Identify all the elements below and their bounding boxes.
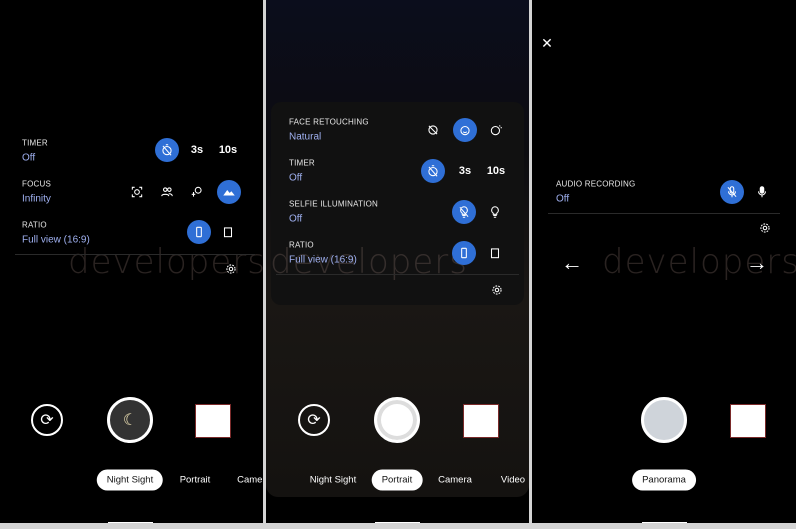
settings-gear-icon[interactable] (485, 278, 509, 302)
full-view-ratio-icon[interactable] (452, 241, 476, 265)
timer-label: TIMER (289, 158, 315, 168)
selfie-illumination-label: SELFIE ILLUMINATION (289, 199, 379, 209)
full-view-ratio-icon[interactable] (187, 220, 211, 244)
focus-label: FOCUS (22, 179, 51, 189)
mode-night-sight[interactable]: Night Sight (96, 469, 164, 491)
retouch-smooth-icon[interactable] (484, 118, 508, 142)
switch-camera-icon: ⟳ (40, 412, 54, 429)
retouch-off-icon[interactable] (421, 118, 445, 142)
mic-on-icon[interactable] (750, 180, 774, 204)
switch-camera-button[interactable]: ⟳ (298, 404, 330, 436)
timer-10s-button[interactable]: 10s (484, 159, 508, 183)
retouch-natural-icon[interactable] (453, 118, 477, 142)
divider (276, 274, 519, 275)
panorama-shutter-button[interactable] (641, 397, 687, 443)
home-indicator[interactable] (108, 522, 153, 523)
timer-value: Off (289, 172, 303, 184)
ratio-value: Full view (16:9) (289, 254, 357, 266)
far-focus-icon[interactable] (185, 180, 209, 204)
4-3-ratio-icon[interactable] (216, 220, 240, 244)
audio-recording-label: AUDIO RECORDING (556, 179, 636, 189)
focus-value: Infinity (22, 193, 51, 205)
illumination-off-icon[interactable] (452, 200, 476, 224)
gallery-thumbnail[interactable] (195, 404, 231, 438)
timer-off-icon[interactable] (421, 159, 445, 183)
mode-video[interactable]: Video (491, 470, 529, 491)
audio-recording-value: Off (556, 193, 570, 205)
timer-3s-button[interactable]: 3s (185, 138, 209, 162)
switch-camera-button[interactable]: ⟳ (31, 404, 63, 436)
mode-camera[interactable]: Camera (428, 470, 482, 491)
mode-camera[interactable]: Camera (227, 470, 263, 491)
night-sight-shutter-button[interactable]: ☾ (107, 397, 153, 443)
home-indicator[interactable] (642, 522, 687, 523)
ratio-label: RATIO (289, 240, 314, 250)
timer-value: Off (22, 152, 36, 164)
switch-camera-icon: ⟳ (307, 412, 321, 429)
shutter-button[interactable] (374, 397, 420, 443)
mode-panorama[interactable]: Panorama (632, 469, 696, 491)
timer-10s-button[interactable]: 10s (216, 138, 240, 162)
infinity-focus-icon[interactable] (217, 180, 241, 204)
timer-3s-button[interactable]: 3s (453, 159, 477, 183)
night-sight-screen: developers TIMER Off 3s 10s FOCUS Infini… (0, 0, 263, 523)
divider (15, 254, 255, 255)
mode-portrait[interactable]: Portrait (371, 469, 423, 491)
people-focus-icon[interactable] (155, 180, 179, 204)
arrow-left-icon[interactable]: ← (560, 250, 584, 275)
close-icon[interactable]: ✕ (535, 31, 559, 55)
mic-off-icon[interactable] (720, 180, 744, 204)
timer-label: TIMER (22, 138, 48, 148)
ratio-label: RATIO (22, 220, 47, 230)
mode-portrait[interactable]: Portrait (170, 470, 221, 491)
gallery-thumbnail[interactable] (463, 404, 499, 438)
illumination-on-icon[interactable] (483, 200, 507, 224)
face-retouching-label: FACE RETOUCHING (289, 117, 369, 127)
mode-night-sight[interactable]: Night Sight (300, 470, 366, 491)
gallery-thumbnail[interactable] (730, 404, 766, 438)
portrait-screen: developers FACE RETOUCHING Natural TIMER… (266, 0, 529, 523)
arrow-right-icon[interactable]: → (745, 250, 769, 275)
timer-off-icon[interactable] (155, 138, 179, 162)
settings-gear-icon[interactable] (219, 257, 243, 281)
moon-icon: ☾ (122, 412, 138, 429)
home-indicator[interactable] (375, 522, 420, 523)
auto-focus-icon[interactable] (125, 180, 149, 204)
panorama-screen: developers ✕ AUDIO RECORDING Off ← → Pan… (532, 0, 796, 523)
divider (548, 213, 780, 214)
settings-gear-icon[interactable] (753, 216, 777, 240)
selfie-illumination-value: Off (289, 213, 303, 225)
face-retouching-value: Natural (289, 131, 322, 143)
ratio-value: Full view (16:9) (22, 234, 90, 246)
4-3-ratio-icon[interactable] (483, 241, 507, 265)
